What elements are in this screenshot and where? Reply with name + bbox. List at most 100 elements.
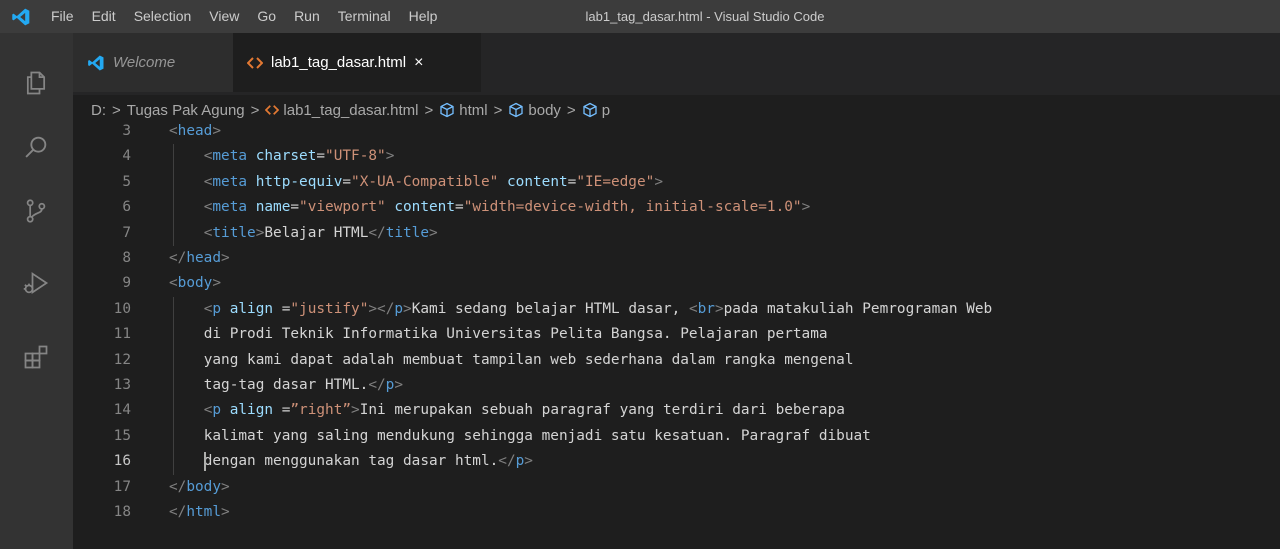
code-token: =: [342, 173, 352, 190]
code-token: pada matakuliah Pemrograman Web: [723, 300, 993, 317]
code-token: meta: [212, 173, 248, 190]
code-line[interactable]: 7 <title>Belajar HTML</title>: [73, 221, 1280, 246]
code-text: </body>: [169, 475, 230, 500]
code-line[interactable]: 15 kalimat yang saling mendukung sehingga…: [73, 424, 1280, 449]
html-file-icon: [247, 56, 263, 70]
breadcrumb-symbol-body[interactable]: body: [528, 102, 561, 119]
line-number: 16: [113, 453, 131, 470]
code-token: "justify": [290, 300, 369, 317]
code-line[interactable]: 4 <meta charset="UTF-8">: [73, 144, 1280, 169]
code-token: body: [177, 275, 213, 292]
code-text: </html>: [169, 500, 230, 525]
breadcrumb-separator: >: [493, 101, 503, 119]
tab-welcome[interactable]: Welcome: [73, 33, 233, 92]
tab-label: Welcome: [113, 54, 176, 71]
source-control-icon[interactable]: [18, 193, 54, 229]
code-token: dengan menggunakan tag dasar html.: [203, 453, 499, 470]
menu-run[interactable]: Run: [285, 0, 329, 33]
code-text: <title>Belajar HTML</title>: [204, 221, 438, 246]
code-text: yang kami dapat adalah membuat tampilan …: [204, 348, 854, 373]
breadcrumb-drive[interactable]: D:: [91, 102, 106, 119]
breadcrumb-separator: >: [566, 101, 576, 119]
line-number: 8: [122, 250, 131, 266]
code-token: >: [212, 275, 221, 292]
breadcrumb-symbol-p[interactable]: p: [602, 102, 610, 119]
code-token: align: [229, 300, 274, 317]
line-number: 4: [122, 148, 131, 165]
code-token: ></: [368, 300, 395, 317]
menu-selection[interactable]: Selection: [125, 0, 201, 33]
code-token: <: [688, 300, 698, 317]
tab-lab1-tag-dasar[interactable]: lab1_tag_dasar.html ×: [233, 33, 481, 92]
code-line[interactable]: 12 yang kami dapat adalah membuat tampila…: [73, 348, 1280, 373]
code-line[interactable]: 10 <p align ="justify"></p>Kami sedang be…: [73, 297, 1280, 322]
code-token: head: [186, 250, 221, 266]
code-token: >: [394, 377, 404, 393]
menu-go[interactable]: Go: [248, 0, 285, 33]
line-number: 10: [113, 300, 131, 317]
activity-bar: [0, 33, 73, 549]
code-line[interactable]: 16 dengan menggunakan tag dasar html.</p>: [73, 449, 1280, 474]
breadcrumb-folder[interactable]: Tugas Pak Agung: [127, 102, 245, 119]
code-token: meta: [212, 199, 248, 216]
explorer-icon[interactable]: [18, 65, 54, 101]
code-token: >: [654, 173, 663, 190]
symbol-cube-icon: [439, 102, 455, 118]
code-token: Belajar HTML: [264, 224, 369, 241]
menu-file[interactable]: File: [42, 0, 83, 33]
line-number: 7: [122, 224, 131, 241]
menu-bar: File Edit Selection View Go Run Terminal…: [42, 0, 446, 33]
code-token: >: [403, 300, 412, 317]
line-number: 12: [113, 351, 131, 368]
close-icon[interactable]: ×: [414, 54, 423, 72]
code-token: Ini merupakan sebuah paragraf yang terdi…: [359, 402, 845, 419]
code-editor[interactable]: 3 < head > 4 <meta charset="UTF-8"> 5 <meta htt…: [73, 123, 1280, 549]
code-line[interactable]: 13 tag-tag dasar HTML.</p>: [73, 373, 1280, 398]
breadcrumb-symbol-html[interactable]: html: [459, 102, 487, 119]
html-file-icon: [265, 104, 280, 116]
code-token: http-equiv: [255, 173, 343, 190]
tab-label: lab1_tag_dasar.html: [271, 54, 407, 71]
breadcrumb-file[interactable]: lab1_tag_dasar.html: [283, 102, 418, 119]
menu-view[interactable]: View: [200, 0, 248, 33]
search-icon[interactable]: [18, 129, 54, 165]
menu-edit[interactable]: Edit: [83, 0, 125, 33]
code-line[interactable]: 14 <p align =”right”>Ini merupakan sebuah…: [73, 398, 1280, 423]
vscode-logo-icon[interactable]: [0, 0, 42, 33]
code-line[interactable]: 11 di Prodi Teknik Informatika Universita…: [73, 322, 1280, 347]
window-title: lab1_tag_dasar.html - Visual Studio Code: [585, 9, 825, 24]
code-token: content: [394, 199, 456, 216]
code-token: title: [212, 224, 256, 241]
menu-terminal[interactable]: Terminal: [329, 0, 400, 33]
code-text: <head>: [169, 119, 221, 144]
indent-guide: [173, 296, 174, 475]
code-token: title: [385, 224, 430, 241]
breadcrumb-separator: >: [112, 101, 121, 119]
extensions-icon[interactable]: [18, 339, 54, 375]
code-line[interactable]: 18 </html>: [73, 500, 1280, 525]
code-line[interactable]: 3 <head>: [73, 119, 1280, 144]
code-line[interactable]: 5 <meta http-equiv="X-UA-Compatible" cont…: [73, 170, 1280, 195]
code-token: >: [801, 199, 811, 216]
code-text: kalimat yang saling mendukung sehingga m…: [204, 424, 871, 449]
code-token: meta: [212, 148, 248, 165]
line-number: 3: [122, 123, 131, 139]
code-line[interactable]: 9 <body>: [73, 271, 1280, 296]
vscode-logo-icon: [87, 54, 105, 72]
code-token: </: [368, 377, 386, 393]
menu-help[interactable]: Help: [400, 0, 447, 33]
line-number: 18: [113, 504, 131, 520]
code-text: di Prodi Teknik Informatika Universitas …: [204, 322, 828, 347]
breadcrumb-separator: >: [424, 101, 434, 119]
code-line[interactable]: 8 </head>: [73, 246, 1280, 271]
code-token: <: [169, 123, 178, 139]
symbol-cube-icon: [508, 102, 524, 118]
code-token: </: [498, 453, 516, 470]
code-token: >: [220, 504, 230, 520]
run-debug-icon[interactable]: [18, 265, 54, 301]
code-token: name: [255, 199, 291, 216]
code-line[interactable]: 17 </body>: [73, 475, 1280, 500]
code-text: <p align =”right”>Ini merupakan sebuah p…: [204, 398, 845, 423]
code-line[interactable]: 6 <meta name="viewport" content="width=de…: [73, 195, 1280, 220]
